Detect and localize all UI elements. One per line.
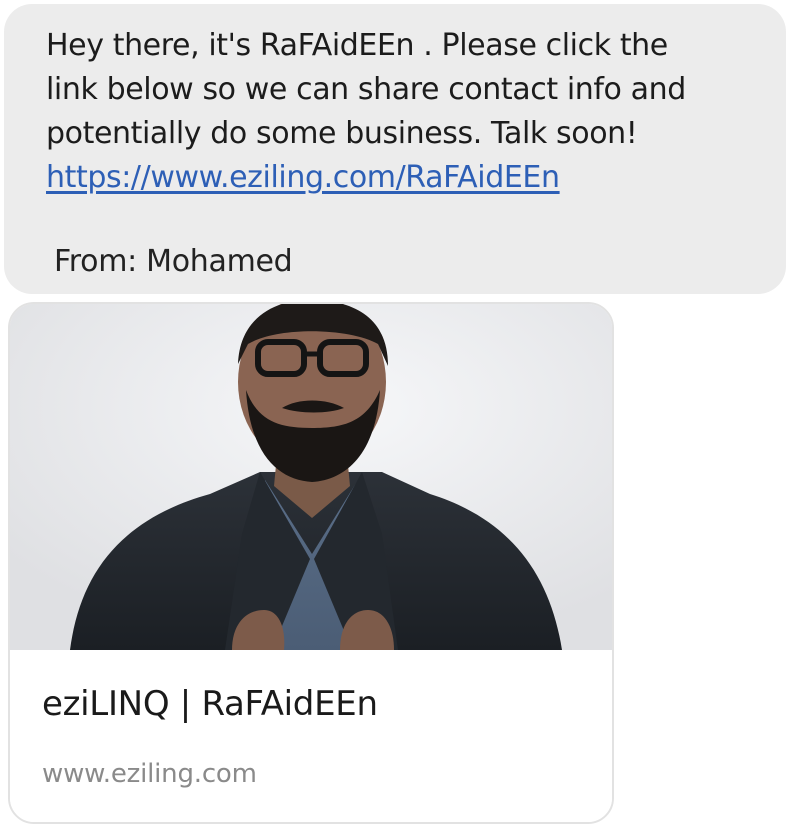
message-line-3: potentially do some business. Talk soon! bbox=[46, 116, 638, 151]
link-preview-card[interactable]: eziLINQ | RaFAidEEn www.eziling.com bbox=[8, 302, 614, 824]
link-preview-title: eziLINQ | RaFAidEEn bbox=[42, 684, 378, 724]
link-preview-image bbox=[10, 304, 612, 650]
person-photo bbox=[10, 304, 612, 650]
message-line-1: Hey there, it's RaFAidEEn . Please click… bbox=[46, 28, 668, 63]
link-preview-domain: www.eziling.com bbox=[42, 759, 257, 789]
conversation-view: Hey there, it's RaFAidEEn . Please click… bbox=[0, 0, 788, 830]
link-preview-details: eziLINQ | RaFAidEEn www.eziling.com bbox=[10, 650, 612, 822]
received-message-bubble[interactable]: Hey there, it's RaFAidEEn . Please click… bbox=[4, 4, 786, 294]
sender-signature: From: Mohamed bbox=[54, 244, 293, 279]
message-text: Hey there, it's RaFAidEEn . Please click… bbox=[46, 24, 756, 200]
message-line-2: link below so we can share contact info … bbox=[46, 72, 686, 107]
message-link[interactable]: https://www.eziling.com/RaFAidEEn bbox=[46, 156, 560, 200]
